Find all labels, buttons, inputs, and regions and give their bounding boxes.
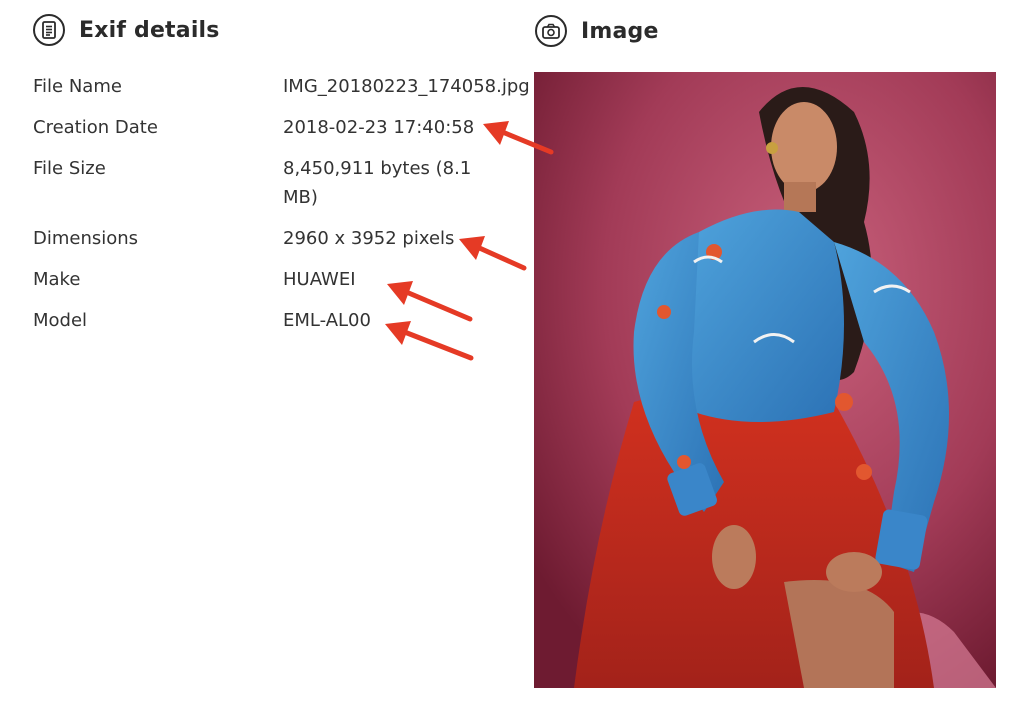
exif-value: HUAWEI [283, 269, 356, 290]
camera-icon [535, 15, 567, 47]
exif-details-title: Exif details [79, 17, 220, 43]
exif-details-table: File Name IMG_20180223_174058.jpg Creati… [33, 72, 538, 335]
exif-details-header: Exif details [33, 14, 220, 46]
exif-label: File Size [33, 158, 106, 179]
exif-label: Make [33, 269, 81, 290]
photo-illustration [534, 72, 996, 688]
exif-label: File Name [33, 76, 122, 97]
exif-row-file-size: File Size 8,450,911 bytes (8.1 MB) [33, 154, 538, 212]
exif-label: Creation Date [33, 117, 158, 138]
document-icon [33, 14, 65, 46]
exif-value: 2018-02-23 17:40:58 [283, 117, 475, 138]
exif-value: 2960 x 3952 pixels [283, 228, 455, 249]
exif-row-creation-date: Creation Date 2018-02-23 17:40:58 [33, 113, 538, 142]
exif-row-dimensions: Dimensions 2960 x 3952 pixels [33, 224, 538, 253]
image-header: Image [535, 15, 659, 47]
exif-value: EML-AL00 [283, 310, 371, 331]
exif-row-file-name: File Name IMG_20180223_174058.jpg [33, 72, 538, 101]
exif-label: Model [33, 310, 88, 331]
image-title: Image [581, 18, 659, 44]
exif-row-model: Model EML-AL00 [33, 306, 538, 335]
exif-row-make: Make HUAWEI [33, 265, 538, 294]
exif-value: 8,450,911 bytes (8.1 MB) [283, 158, 472, 208]
exif-label: Dimensions [33, 228, 139, 249]
exif-value: IMG_20180223_174058.jpg [283, 76, 530, 97]
photo-preview [534, 72, 996, 688]
